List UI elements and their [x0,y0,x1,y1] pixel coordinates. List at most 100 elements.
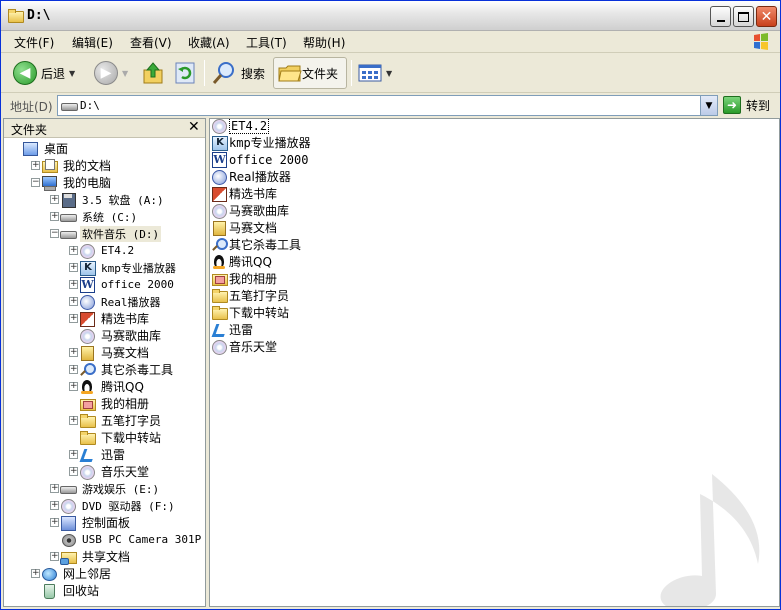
tree-item[interactable]: Real播放器 [79,293,163,310]
refresh-button[interactable] [175,58,195,88]
expand-icon[interactable]: + [50,484,59,493]
expand-icon[interactable]: + [69,450,78,459]
file-list-item[interactable]: 音乐天堂 [211,338,277,355]
go-button[interactable]: ➜ 转到 [723,96,770,114]
tree-item[interactable]: 控制面板 [60,514,132,531]
file-list-item-label: 马赛文档 [229,221,278,235]
tree-item[interactable]: 我的文档 [41,157,113,174]
expand-icon[interactable]: + [69,263,78,272]
file-list-item[interactable]: 我的相册 [211,270,277,287]
minimize-button[interactable] [710,6,731,27]
file-list-item[interactable]: 其它杀毒工具 [211,236,301,253]
address-value: D:\ [80,99,100,112]
tree-item[interactable]: kmp专业播放器 [79,259,178,276]
tree-item[interactable]: 桌面 [22,140,70,157]
chevron-down-icon: ▼ [705,100,713,111]
file-list-item[interactable]: ET4.2 [211,119,270,134]
title-bar[interactable]: D:\ ✕ [1,1,780,31]
expand-icon[interactable]: + [69,416,78,425]
tree-item[interactable]: 音乐天堂 [79,463,151,480]
tree-item[interactable]: 网上邻居 [41,565,113,582]
tree-item[interactable]: 共享文档 [60,548,132,565]
file-list-item[interactable]: Real播放器 [211,168,291,185]
file-list-item[interactable]: 精选书库 [211,185,277,202]
tree-item[interactable]: DVD 驱动器 (F:) [60,497,177,514]
forward-button[interactable]: ▶ ▼ [94,58,128,88]
recycle-bin-icon [41,583,57,599]
tree-item-label: 其它杀毒工具 [101,363,174,377]
collapse-icon[interactable]: − [31,178,40,187]
file-list-item[interactable]: 马赛歌曲库 [211,202,289,219]
expand-icon[interactable]: + [50,212,59,221]
tree-item[interactable]: 马赛文档 [79,344,151,361]
expand-icon[interactable]: + [31,161,40,170]
expand-icon[interactable]: + [50,501,59,510]
tree-item[interactable]: 马赛歌曲库 [79,327,163,344]
tree-item[interactable]: ET4.2 [79,242,136,259]
file-list-item[interactable]: office 2000 [211,151,308,168]
back-button[interactable]: ◀ 后退 ▼ [13,58,75,88]
tree-item[interactable]: 精选书库 [79,310,151,327]
menu-view[interactable]: 查看(V) [130,34,172,51]
address-label: 地址(D) [10,100,53,114]
tree-item[interactable]: 我的相册 [79,395,151,412]
et-icon [79,243,95,259]
expand-icon[interactable]: + [50,195,59,204]
expand-icon[interactable]: + [31,569,40,578]
tree-item[interactable]: 腾讯QQ [79,378,146,395]
word-icon [79,277,95,293]
up-folder-button[interactable] [143,58,165,88]
tree-item[interactable]: 游戏娱乐 (E:) [60,480,161,497]
folder-pane-close-icon[interactable]: ✕ [188,119,200,135]
views-button[interactable]: ▼ [358,58,392,88]
file-list-item[interactable]: 下载中转站 [211,304,289,321]
menu-file[interactable]: 文件(F) [14,34,54,51]
views-dropdown-icon[interactable]: ▼ [386,69,392,78]
tree-item[interactable]: 系统 (C:) [60,208,139,225]
tree-item[interactable]: 迅雷 [79,446,127,463]
file-list-item[interactable]: kmp专业播放器 [211,134,311,151]
folders-button[interactable]: 文件夹 [273,57,347,89]
expand-icon[interactable]: + [69,297,78,306]
file-list-item-label: 音乐天堂 [229,340,278,354]
expand-icon[interactable]: + [69,467,78,476]
file-list-item[interactable]: 迅雷 [211,321,253,338]
tree-item[interactable]: office 2000 [79,276,176,293]
expand-icon[interactable]: + [69,280,78,289]
tree-item[interactable]: 我的电脑 [41,174,113,191]
tree-item-label: 控制面板 [82,516,131,530]
maximize-button[interactable] [733,6,754,27]
expand-icon[interactable]: + [50,552,59,561]
tree-item[interactable]: 下载中转站 [79,429,163,446]
menu-favorites[interactable]: 收藏(A) [188,34,230,51]
expand-icon[interactable]: + [69,246,78,255]
address-dropdown-button[interactable]: ▼ [700,96,717,115]
file-list-item[interactable]: 腾讯QQ [211,253,272,270]
tree-item[interactable]: 其它杀毒工具 [79,361,175,378]
expand-icon[interactable]: + [69,365,78,374]
expand-icon[interactable]: + [69,348,78,357]
magnifier-icon [211,237,228,252]
tree-item[interactable]: 3.5 软盘 (A:) [60,191,166,208]
menu-tools[interactable]: 工具(T) [246,34,287,51]
forward-dropdown-icon[interactable]: ▼ [122,69,128,78]
menu-help[interactable]: 帮助(H) [303,34,345,51]
tree-item[interactable]: USB PC Camera 301P [60,531,203,548]
folders-icon [278,65,302,82]
tree-item[interactable]: 回收站 [41,582,101,599]
expand-icon[interactable]: + [69,382,78,391]
collapse-icon[interactable]: − [50,229,59,238]
tree-item-label: USB PC Camera 301P [82,533,202,546]
address-input[interactable]: D:\ ▼ [57,95,718,116]
close-button[interactable]: ✕ [756,6,777,27]
file-list-item[interactable]: 马赛文档 [211,219,277,236]
file-list-item[interactable]: 五笔打字员 [211,287,289,304]
explorer-window: D:\ ✕ 文件(F) 编辑(E) 查看(V) 收藏(A) 工具(T) 帮助(H… [0,0,781,610]
search-button[interactable]: 搜索 [211,58,265,88]
back-dropdown-icon[interactable]: ▼ [69,69,75,78]
tree-item[interactable]: 软件音乐 (D:) [60,225,162,242]
expand-icon[interactable]: + [69,314,78,323]
expand-icon[interactable]: + [50,518,59,527]
menu-edit[interactable]: 编辑(E) [72,34,113,51]
tree-item[interactable]: 五笔打字员 [79,412,163,429]
